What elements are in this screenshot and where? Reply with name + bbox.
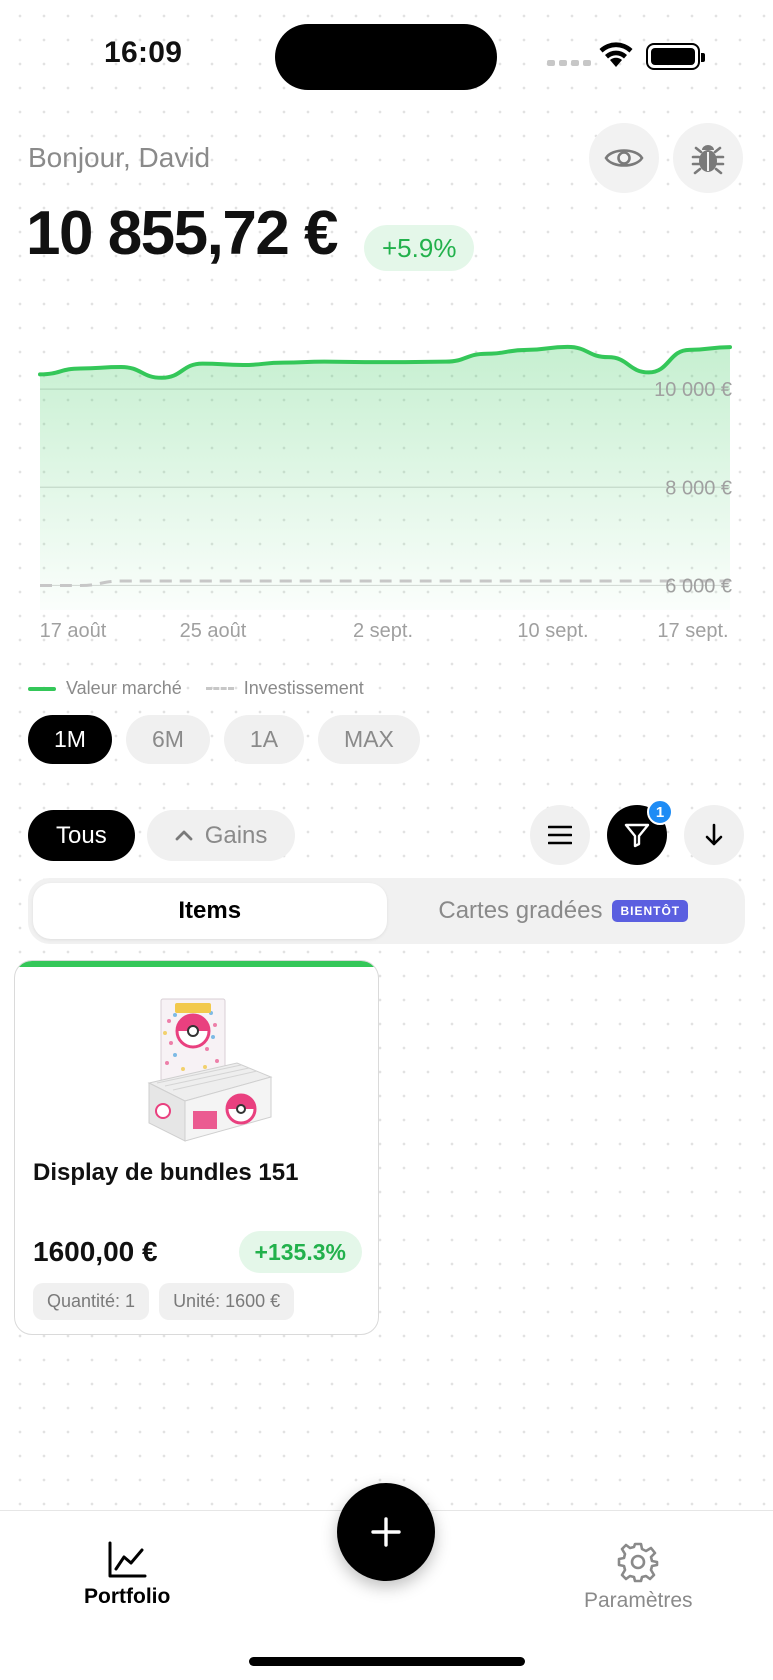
card-accent-bar [15, 961, 378, 967]
legend-swatch-investment [205, 687, 234, 690]
legend-market-value: Valeur marché [66, 678, 182, 698]
add-item-button[interactable] [337, 1483, 435, 1581]
cellular-signal-icon [547, 60, 591, 66]
x-tick-label: 17 août [40, 620, 107, 642]
change-badge: +5.9% [364, 225, 475, 271]
nav-settings-label: Paramètres [584, 1589, 693, 1612]
toggle-visibility-button[interactable] [589, 123, 659, 193]
filter-count-badge: 1 [647, 799, 673, 825]
plus-icon [371, 1517, 401, 1547]
category-filters: Tous Gains [28, 810, 296, 861]
filter-all-button[interactable]: Tous [28, 810, 135, 861]
tab-graded-cards[interactable]: Cartes gradées BIENTÔT [387, 883, 741, 939]
eye-icon [604, 149, 644, 167]
nav-portfolio[interactable]: Portfolio [84, 1541, 170, 1609]
chevron-up-icon [175, 825, 193, 846]
nav-portfolio-label: Portfolio [84, 1585, 171, 1608]
filter-gains-label: Gains [204, 821, 268, 849]
legend-investment: Investissement [243, 678, 364, 698]
x-tick-label: 2 sept. [353, 620, 413, 642]
sort-button[interactable] [684, 805, 744, 865]
home-indicator [249, 1657, 525, 1666]
chart-line-icon [108, 1541, 147, 1578]
item-card[interactable]: Display de bundles 151 1600,00 € +135.3%… [14, 960, 379, 1335]
coming-soon-badge: BIENTÔT [612, 900, 689, 922]
dynamic-island [275, 24, 497, 90]
nav-settings[interactable]: Paramètres [584, 1541, 693, 1613]
menu-icon [548, 825, 572, 845]
wifi-icon [599, 42, 633, 67]
x-tick-label: 10 sept. [517, 620, 588, 642]
chart-legend: Valeur marché Investissement [28, 678, 364, 699]
range-max[interactable]: MAX [318, 715, 420, 764]
x-tick-label: 25 août [180, 620, 247, 642]
bug-icon [691, 145, 725, 175]
arrow-down-icon [705, 823, 723, 846]
x-tick-label: 17 sept. [657, 620, 728, 642]
legend-swatch-market [28, 686, 56, 691]
range-selector: 1M 6M 1A MAX [28, 715, 420, 764]
portfolio-total: 10 855,72 € [26, 199, 339, 268]
y-tick-label: 6 000 € [665, 575, 732, 597]
portfolio-chart[interactable]: 10 000 € 8 000 € 6 000 € 17 août 25 août 2 s… [0, 330, 773, 650]
funnel-icon [624, 823, 650, 848]
debug-button[interactable] [673, 123, 743, 193]
market-value-area [40, 346, 730, 610]
range-1a[interactable]: 1A [223, 715, 305, 764]
y-tick-label: 8 000 € [665, 477, 732, 499]
filter-gains-button[interactable]: Gains [146, 810, 296, 861]
item-quantity: Quantité: 1 [33, 1283, 150, 1320]
range-1m[interactable]: 1M [28, 715, 112, 764]
item-tags: Quantité: 1 Unité: 1600 € [33, 1283, 295, 1320]
item-gain-badge: +135.3% [238, 1231, 362, 1273]
items-segmented-control: Items Cartes gradées BIENTÔT [28, 878, 745, 944]
item-unit-price: Unité: 1600 € [159, 1283, 295, 1320]
tab-graded-label: Cartes gradées [438, 897, 603, 924]
tab-items[interactable]: Items [33, 883, 387, 939]
y-tick-label: 10 000 € [654, 379, 732, 401]
greeting: Bonjour, David [28, 142, 211, 173]
battery-icon [646, 43, 705, 70]
list-view-button[interactable] [530, 805, 590, 865]
product-image [147, 998, 273, 1142]
gear-icon [617, 1542, 659, 1583]
status-time: 16:09 [104, 36, 183, 69]
range-6m[interactable]: 6M [125, 715, 210, 764]
item-name: Display de bundles 151 [33, 1159, 299, 1186]
item-price: 1600,00 € [33, 1236, 158, 1267]
filter-button[interactable]: 1 [607, 799, 673, 865]
